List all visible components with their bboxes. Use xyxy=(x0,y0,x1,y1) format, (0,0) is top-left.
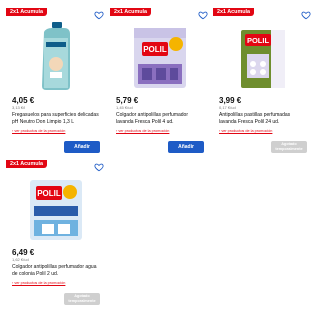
unit-price: 1,62 €/ud xyxy=(12,257,29,262)
product-price: 6,49 € xyxy=(12,248,35,257)
out-of-stock-button: Agotado temporalmente xyxy=(64,293,100,305)
promo-badge: 2x1 Acumula xyxy=(6,160,48,168)
product-image[interactable]: POLIL xyxy=(24,172,88,244)
product-card[interactable]: 2x1 Acumula POLIL 3,99 € 0,17 €/ud Antip… xyxy=(213,8,313,154)
product-title[interactable]: Antipolillas pastillas perfumadas lavand… xyxy=(219,112,309,125)
promo-badge: 2x1 Acumula xyxy=(6,8,48,16)
unit-price: 0,17 €/ud xyxy=(219,105,236,110)
product-card[interactable]: 2x1 Acumula POLIL 5,79 € 1,45 €/ud Colga… xyxy=(110,8,210,154)
product-price: 3,99 € xyxy=(219,96,242,105)
product-image[interactable] xyxy=(24,20,88,92)
product-image[interactable]: POLIL xyxy=(231,20,295,92)
product-card[interactable]: 2x1 Acumula 4,05 € 3,13 €/l Fregasuelos … xyxy=(6,8,106,154)
product-title[interactable]: Colgador antipolillas perfumador lavanda… xyxy=(116,112,206,125)
promo-badge: 2x1 Acumula xyxy=(110,8,152,16)
unit-price: 3,13 €/l xyxy=(12,105,26,110)
add-button[interactable]: Añadir xyxy=(64,141,100,153)
product-price: 5,79 € xyxy=(116,96,139,105)
out-of-stock-button: Agotado temporalmente xyxy=(271,141,307,153)
favorite-heart-icon[interactable] xyxy=(301,10,311,20)
product-title[interactable]: Colgador antipolillas perfumador agua de… xyxy=(12,264,102,277)
promo-link[interactable]: › ver productos de la promoción xyxy=(219,129,272,133)
favorite-heart-icon[interactable] xyxy=(198,10,208,20)
product-image[interactable]: POLIL xyxy=(128,20,192,92)
favorite-heart-icon[interactable] xyxy=(94,10,104,20)
promo-badge: 2x1 Acumula xyxy=(213,8,255,16)
product-price: 4,05 € xyxy=(12,96,35,105)
product-card[interactable]: 2x1 Acumula POLIL 6,49 € 1,62 €/ud Colga… xyxy=(6,160,106,306)
unit-price: 1,45 €/ud xyxy=(116,105,133,110)
favorite-heart-icon[interactable] xyxy=(94,162,104,172)
promo-link[interactable]: › ver productos de la promoción xyxy=(12,129,65,133)
add-button[interactable]: Añadir xyxy=(168,141,204,153)
product-title[interactable]: Fregasuelos para superficies delicadas p… xyxy=(12,112,102,125)
package-logo: POLIL xyxy=(143,45,167,54)
promo-link[interactable]: › ver productos de la promoción xyxy=(116,129,169,133)
package-logo: POLIL xyxy=(247,36,270,45)
package-logo: POLIL xyxy=(37,189,61,198)
promo-link[interactable]: › ver productos de la promoción xyxy=(12,281,65,285)
